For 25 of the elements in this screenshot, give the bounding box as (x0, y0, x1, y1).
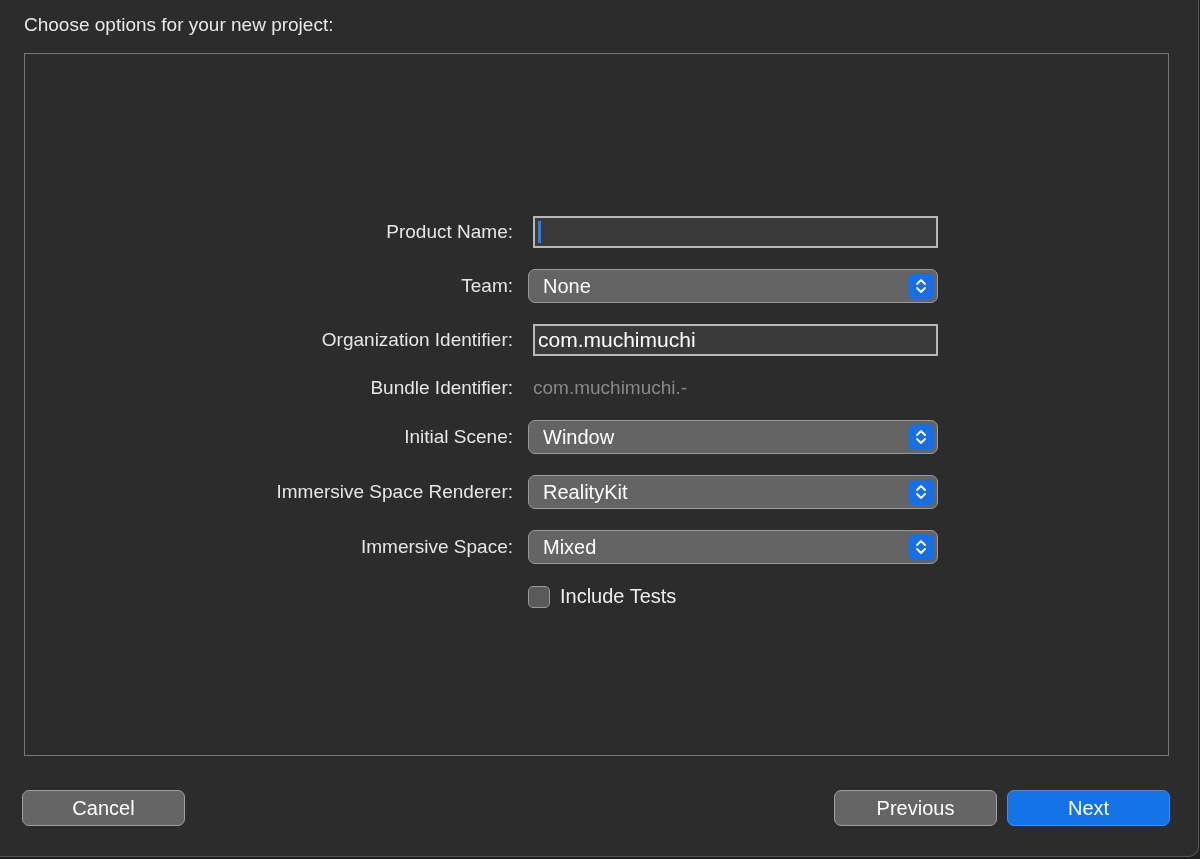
checkbox-label: Include Tests (560, 585, 677, 608)
field-label: Organization Identifier: (320, 329, 513, 351)
chevron-icon (908, 424, 934, 450)
dialog-title: Choose options for your new project: (24, 13, 334, 37)
popup-button[interactable]: Mixed (528, 530, 938, 564)
field-label: Bundle Identifier: (369, 377, 513, 399)
field-label: Product Name: (385, 221, 513, 243)
field-value: com.muchimuchi.- (532, 378, 689, 398)
dialog-button[interactable]: Next (1007, 790, 1170, 826)
text-cursor (538, 221, 541, 243)
dialog-button[interactable]: Cancel (22, 790, 185, 826)
text-field[interactable]: com.muchimuchi (533, 324, 938, 356)
field-label: Immersive Space Renderer: (275, 481, 513, 503)
popup-button[interactable]: None (528, 269, 938, 303)
chevron-icon (908, 273, 934, 299)
dialog-button[interactable]: Previous (834, 790, 997, 826)
field-label: Immersive Space: (359, 536, 513, 558)
checkbox[interactable] (528, 585, 550, 608)
chevron-icon (908, 479, 934, 505)
field-label: Initial Scene: (403, 426, 513, 448)
popup-button[interactable]: Window (528, 420, 938, 454)
popup-button[interactable]: RealityKit (528, 475, 938, 509)
chevron-icon (908, 534, 934, 560)
text-field[interactable] (533, 216, 938, 248)
field-label: Team: (460, 275, 513, 297)
